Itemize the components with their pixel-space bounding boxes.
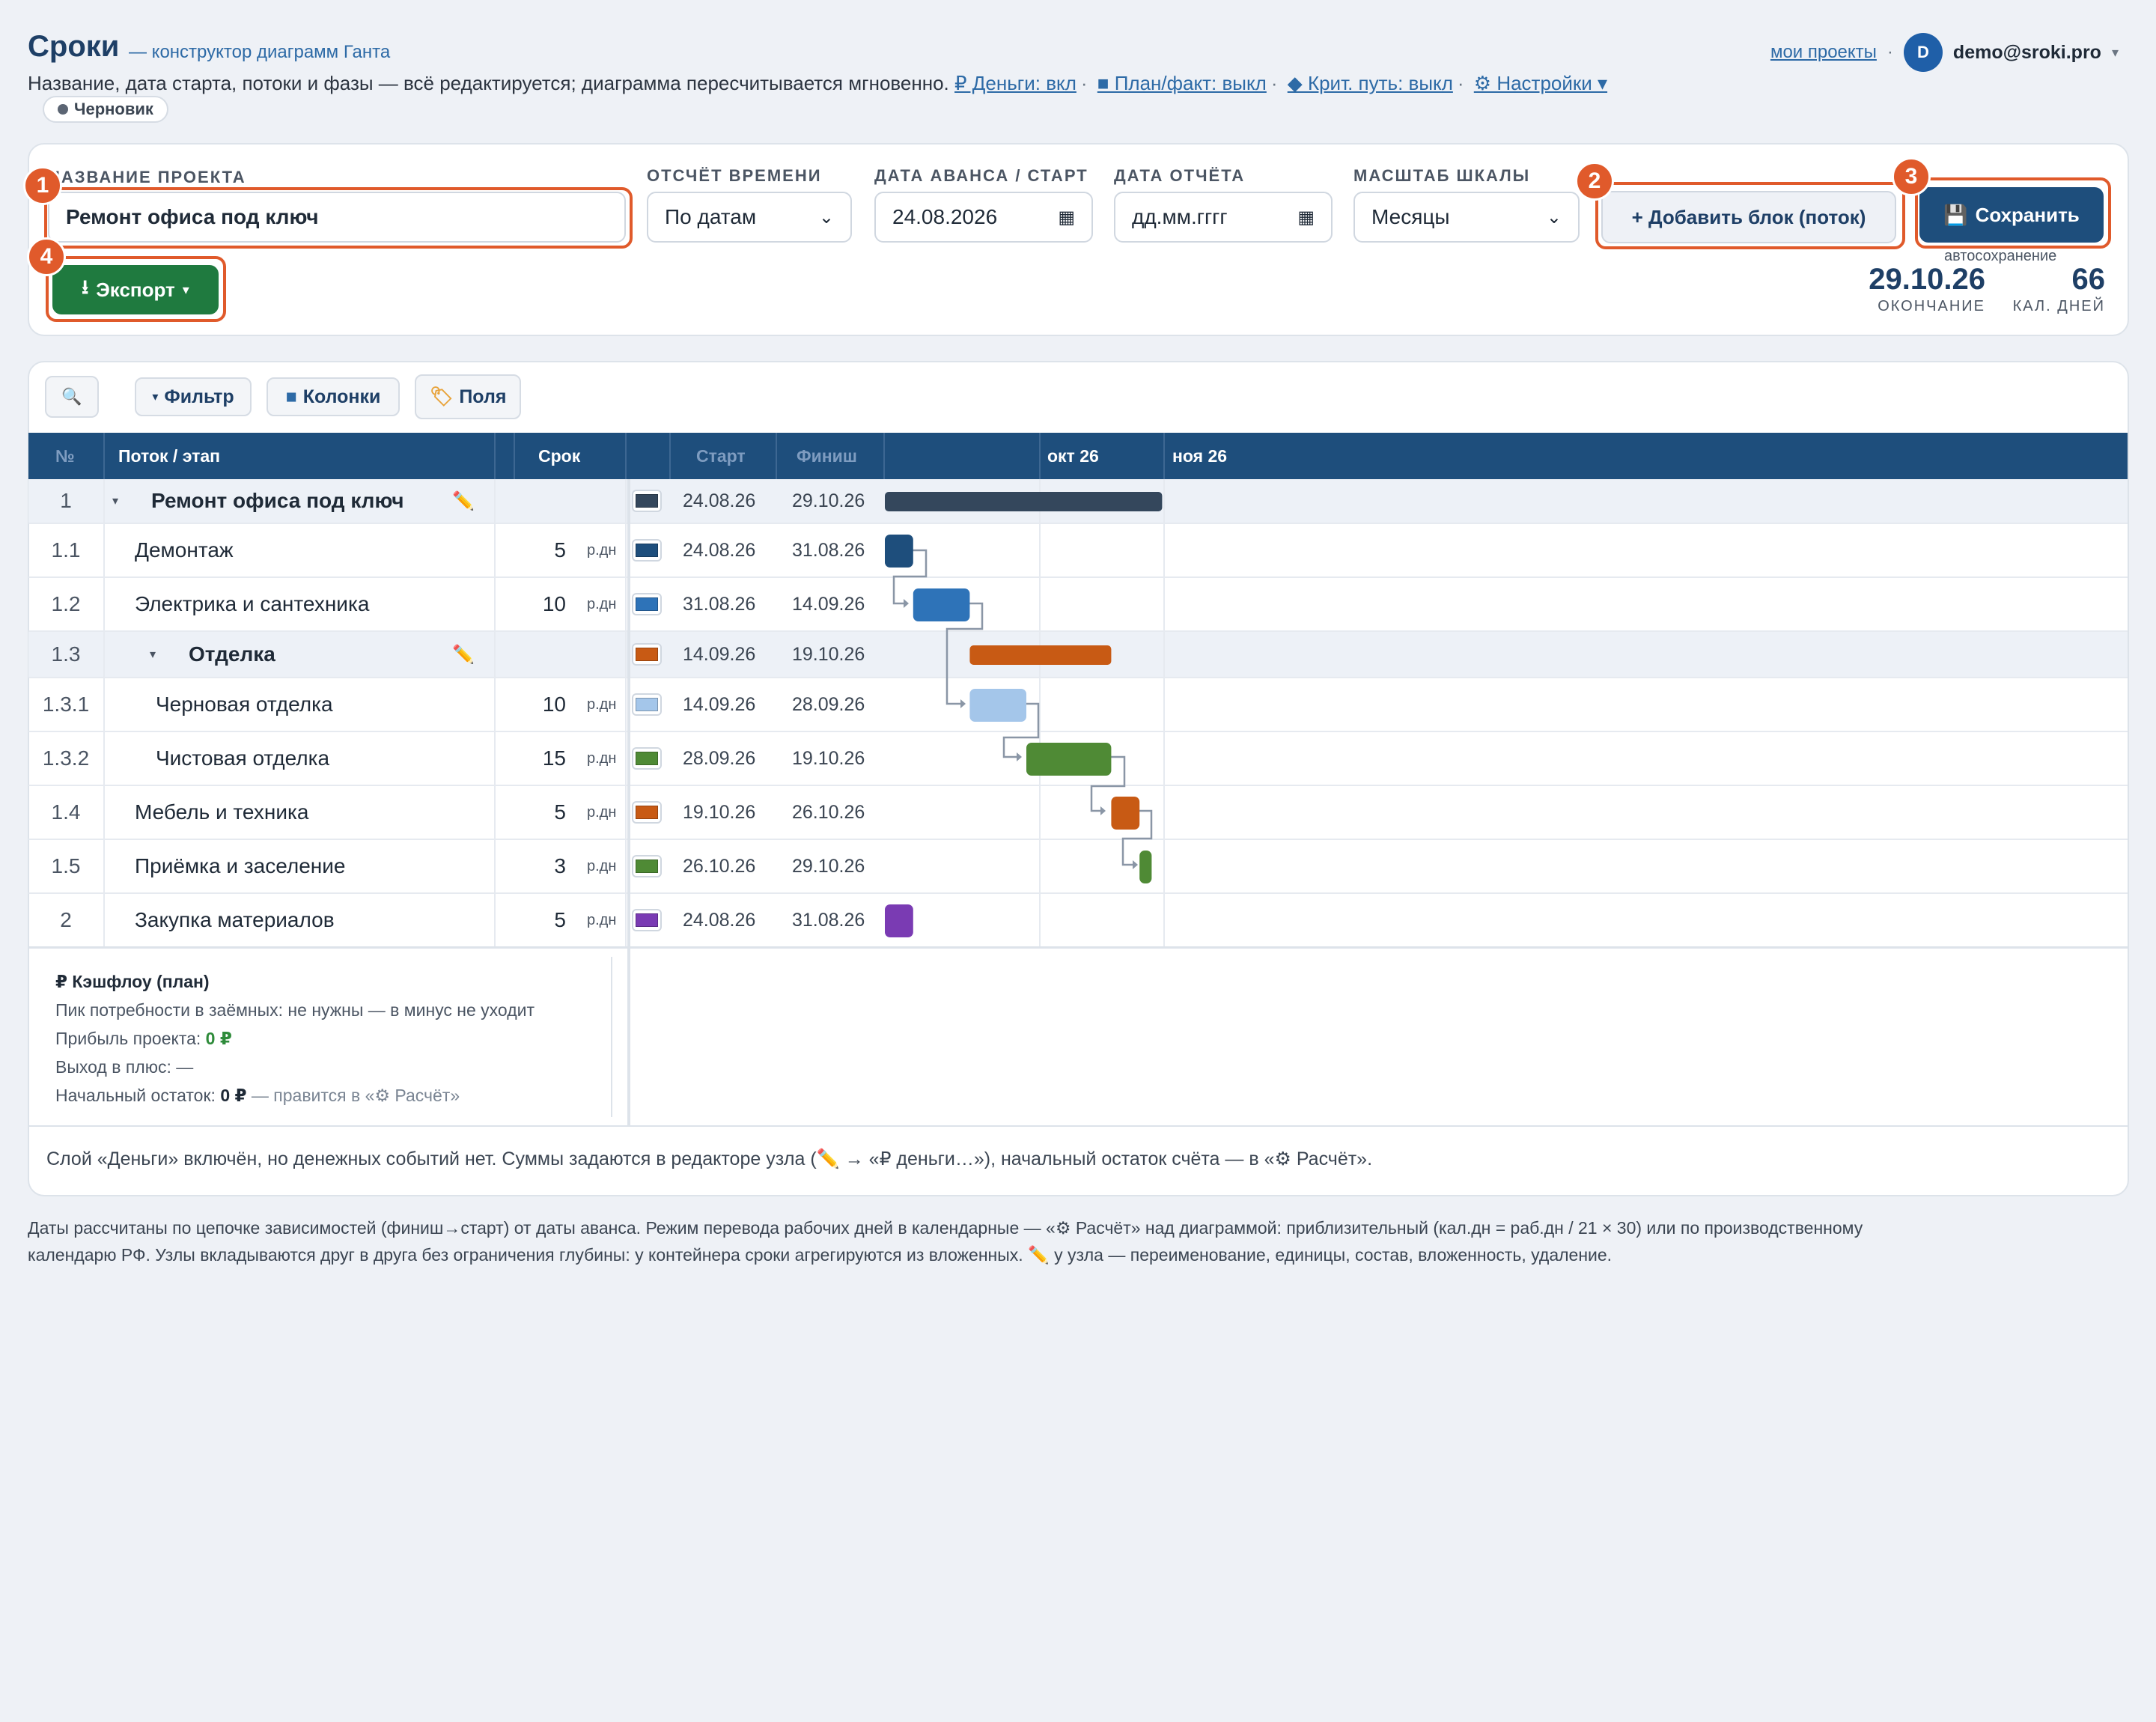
table-bottom-divider bbox=[28, 946, 2128, 949]
gantt-bar[interactable] bbox=[969, 645, 1112, 665]
cashflow-profit: Прибыль проекта: 0 ₽ bbox=[55, 1029, 232, 1048]
pane-splitter bbox=[627, 479, 630, 1127]
balance-value: 0 ₽ bbox=[220, 1086, 247, 1105]
cashflow-summary: ₽ Кэшфлоу (план) Пик потребности в заёмн… bbox=[55, 967, 535, 1110]
cashflow-bottom-divider bbox=[28, 1125, 2128, 1127]
arrowhead bbox=[1017, 752, 1022, 761]
arrowhead bbox=[904, 599, 909, 608]
gantt-bar[interactable] bbox=[1111, 797, 1140, 830]
cashflow-summary-divider bbox=[611, 957, 612, 1117]
gantt-chart bbox=[885, 492, 1163, 937]
arrowhead bbox=[1133, 860, 1138, 869]
footer-line-1: Даты рассчитаны по цепочке зависимостей … bbox=[28, 1218, 1863, 1238]
gantt-bar[interactable] bbox=[885, 904, 913, 937]
footer-note: Даты рассчитаны по цепочке зависимостей … bbox=[28, 1214, 1863, 1268]
cashflow-breakeven: Выход в плюс: — bbox=[55, 1057, 194, 1077]
gantt-bar[interactable] bbox=[913, 588, 970, 621]
footer-line-2: календарю РФ. Узлы вкладываются друг в д… bbox=[28, 1245, 1613, 1265]
money-layer-note: Слой «Деньги» включён, но денежных событ… bbox=[46, 1148, 1373, 1169]
arrowhead bbox=[1100, 806, 1106, 815]
connector-arrowheads bbox=[904, 599, 1138, 869]
gantt-bar[interactable] bbox=[1026, 743, 1112, 776]
gantt-bar[interactable] bbox=[969, 689, 1026, 722]
cashflow-peak: Пик потребности в заёмных: не нужны — в … bbox=[55, 1000, 535, 1020]
gantt-bar[interactable] bbox=[885, 492, 1163, 511]
gantt-bar[interactable] bbox=[885, 535, 913, 568]
balance-note: — правится в «⚙ Расчёт» bbox=[251, 1086, 460, 1105]
arrowhead bbox=[960, 699, 966, 708]
cashflow-balance: Начальный остаток: 0 ₽ — правится в «⚙ Р… bbox=[55, 1086, 460, 1105]
profit-value: 0 ₽ bbox=[205, 1029, 232, 1048]
connector-1-3-to-1-3-1 bbox=[945, 654, 960, 705]
gantt-bar[interactable] bbox=[1139, 851, 1152, 883]
cashflow-title: ₽ Кэшфлоу (план) bbox=[55, 972, 210, 991]
